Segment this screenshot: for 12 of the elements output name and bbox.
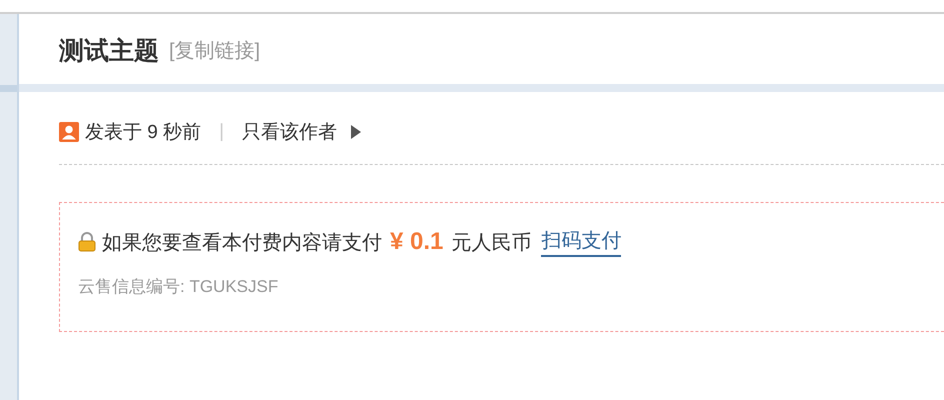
payment-notice: 如果您要查看本付费内容请支付 <box>102 230 382 256</box>
avatar-icon <box>59 122 79 142</box>
scan-pay-link[interactable]: 扫码支付 <box>541 227 622 257</box>
sale-info-number: 云售信息编号: TGUKSJSF <box>78 276 280 298</box>
triangle-icon <box>351 125 362 139</box>
lock-icon <box>78 232 96 252</box>
thread-title: 测试主题 <box>59 36 159 66</box>
price: ¥ 0.1 <box>390 228 444 256</box>
currency-unit: 元人民币 <box>451 230 532 256</box>
separator: | <box>219 121 224 143</box>
author-only-link[interactable]: 只看该作者 <box>242 119 338 145</box>
post-time: 发表于 9 秒前 <box>85 121 202 145</box>
